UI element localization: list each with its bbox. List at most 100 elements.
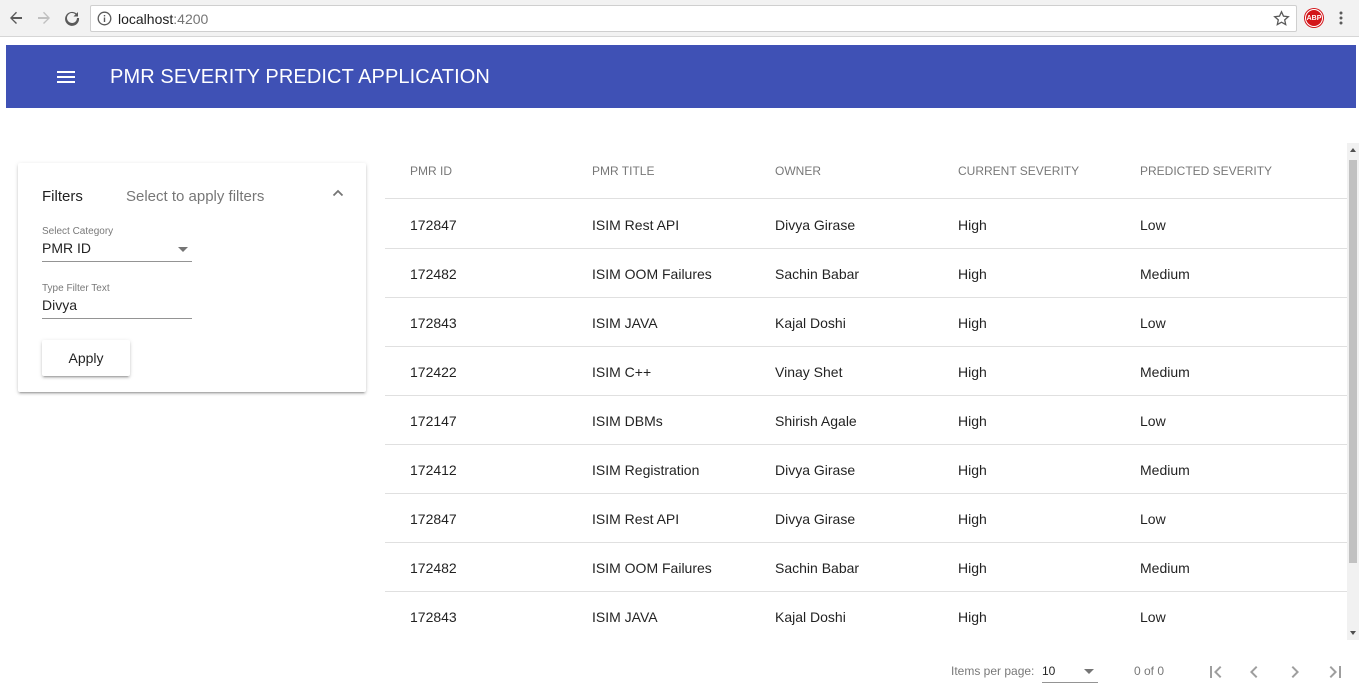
previous-page-icon[interactable]: [1242, 660, 1266, 684]
scroll-down-arrow-icon[interactable]: [1350, 631, 1356, 635]
first-page-icon[interactable]: [1204, 660, 1228, 684]
url-host: localhost: [118, 11, 174, 27]
browser-toolbar: localhost:4200 ABP: [0, 0, 1359, 37]
category-select-text: PMR ID: [42, 240, 91, 256]
filter-panel-title[interactable]: Filters: [42, 188, 83, 205]
dropdown-arrow-icon[interactable]: [178, 247, 188, 252]
reload-icon[interactable]: [62, 8, 82, 28]
cell-current-severity: High: [958, 217, 987, 233]
table-scrollbar[interactable]: [1347, 143, 1359, 640]
cell-pmr-id: 172843: [410, 609, 457, 625]
cell-pmr-title: ISIM DBMs: [592, 413, 663, 429]
adblock-plus-icon[interactable]: ABP: [1305, 9, 1323, 27]
site-info-icon[interactable]: [97, 11, 112, 26]
cell-pmr-title: ISIM C++: [592, 364, 652, 380]
table-row[interactable]: 172412 ISIM Registration Divya Girase High M…: [385, 445, 1347, 494]
cell-owner: Vinay Shet: [775, 364, 843, 380]
cell-pmr-title: ISIM Rest API: [592, 217, 680, 233]
cell-pmr-title: ISIM OOM Failures: [592, 560, 712, 576]
header-owner: OWNER: [775, 164, 821, 178]
scrollbar-thumb[interactable]: [1349, 160, 1357, 563]
cell-predicted-severity: Medium: [1140, 560, 1190, 576]
cell-pmr-title: ISIM JAVA: [592, 609, 658, 625]
paginator: Items per page: 10 0 of 0: [940, 648, 1359, 694]
app-toolbar: PMR SEVERITY PREDICT APPLICATION: [6, 45, 1356, 108]
chevron-up-icon[interactable]: [330, 185, 346, 201]
cell-predicted-severity: Low: [1140, 315, 1166, 331]
cell-owner: Sachin Babar: [775, 266, 860, 282]
cell-predicted-severity: Medium: [1140, 364, 1190, 380]
address-bar[interactable]: localhost:4200: [90, 5, 1297, 32]
header-pmr-title: PMR TITLE: [592, 164, 655, 178]
cell-owner: Kajal Doshi: [775, 315, 846, 331]
cell-pmr-id: 172422: [410, 364, 457, 380]
cell-pmr-title: ISIM OOM Failures: [592, 266, 712, 282]
cell-owner: Shirish Agale: [775, 413, 857, 429]
cell-owner: Divya Girase: [775, 217, 856, 233]
header-predicted-severity: PREDICTED SEVERITY: [1140, 164, 1273, 178]
range-label: 0 of 0: [1134, 664, 1165, 678]
page-size-value: 10: [1042, 664, 1056, 678]
cell-owner: Sachin Babar: [775, 560, 860, 576]
table-row[interactable]: 172482 ISIM OOM Failures Sachin Babar High M…: [385, 543, 1347, 592]
app-title: PMR SEVERITY PREDICT APPLICATION: [110, 66, 490, 88]
menu-icon[interactable]: [54, 65, 78, 89]
cell-pmr-id: 172482: [410, 266, 457, 282]
table-row[interactable]: 172847 ISIM Rest API Divya Girase High Low: [385, 200, 1347, 249]
filter-text-label: Type Filter Text: [42, 283, 110, 294]
items-per-page-label: Items per page:: [951, 664, 1035, 678]
category-select[interactable]: Select Category PMR ID: [42, 226, 192, 262]
table-row[interactable]: 172843 ISIM JAVA Kajal Doshi High Low: [385, 298, 1347, 347]
cell-pmr-title: ISIM JAVA: [592, 315, 658, 331]
table-row[interactable]: 172147 ISIM DBMs Shirish Agale High Low: [385, 396, 1347, 445]
cell-predicted-severity: Medium: [1140, 462, 1190, 478]
cell-pmr-id: 172847: [410, 217, 457, 233]
cell-current-severity: High: [958, 511, 987, 527]
cell-current-severity: High: [958, 462, 987, 478]
table-row[interactable]: 172482 ISIM OOM Failures Sachin Babar High M…: [385, 249, 1347, 298]
table-row[interactable]: 172843 ISIM JAVA Kajal Doshi High Low: [385, 592, 1347, 640]
cell-predicted-severity: Low: [1140, 609, 1166, 625]
cell-pmr-id: 172147: [410, 413, 457, 429]
cell-pmr-title: ISIM Registration: [592, 462, 700, 478]
cell-current-severity: High: [958, 609, 987, 625]
filter-text-field[interactable]: Type Filter Text Divya: [42, 283, 192, 319]
cell-owner: Divya Girase: [775, 511, 856, 527]
last-page-icon[interactable]: [1323, 660, 1347, 684]
cell-current-severity: High: [958, 364, 987, 380]
cell-pmr-title: ISIM Rest API: [592, 511, 680, 527]
cell-owner: Divya Girase: [775, 462, 856, 478]
header-current-severity: CURRENT SEVERITY: [958, 164, 1080, 178]
cell-predicted-severity: Low: [1140, 511, 1166, 527]
cell-owner: Kajal Doshi: [775, 609, 846, 625]
filter-text-input[interactable]: Divya: [42, 297, 192, 319]
cell-pmr-id: 172843: [410, 315, 457, 331]
table-row[interactable]: 172847 ISIM Rest API Divya Girase High Low: [385, 494, 1347, 543]
filter-panel-description[interactable]: Select to apply filters: [126, 188, 264, 205]
next-page-icon[interactable]: [1283, 660, 1307, 684]
back-arrow-icon[interactable]: [6, 8, 26, 28]
browser-menu-icon[interactable]: [1333, 10, 1349, 26]
category-select-value[interactable]: PMR ID: [42, 240, 192, 262]
cell-current-severity: High: [958, 315, 987, 331]
dropdown-arrow-icon[interactable]: [1084, 669, 1094, 674]
url-port: :4200: [173, 11, 209, 27]
category-select-label: Select Category: [42, 226, 114, 237]
filter-panel: Filters Select to apply filters Select C…: [18, 163, 366, 392]
url-text: localhost:4200: [118, 11, 208, 27]
header-pmr-id: PMR ID: [410, 164, 452, 178]
cell-current-severity: High: [958, 413, 987, 429]
cell-pmr-id: 172847: [410, 511, 457, 527]
scroll-up-arrow-icon[interactable]: [1350, 148, 1356, 152]
table-header-row: PMR ID PMR TITLE OWNER CURRENT SEVERITY …: [385, 143, 1347, 199]
bookmark-star-icon[interactable]: [1273, 10, 1290, 27]
pmr-table: PMR ID PMR TITLE OWNER CURRENT SEVERITY …: [385, 143, 1347, 640]
cell-current-severity: High: [958, 266, 987, 282]
forward-arrow-icon[interactable]: [34, 8, 54, 28]
page-size-select[interactable]: 10: [1042, 661, 1098, 683]
apply-button[interactable]: Apply: [42, 340, 130, 376]
table-row[interactable]: 172422 ISIM C++ Vinay Shet High Medium: [385, 347, 1347, 396]
cell-pmr-id: 172412: [410, 462, 457, 478]
cell-pmr-id: 172482: [410, 560, 457, 576]
cell-predicted-severity: Medium: [1140, 266, 1190, 282]
